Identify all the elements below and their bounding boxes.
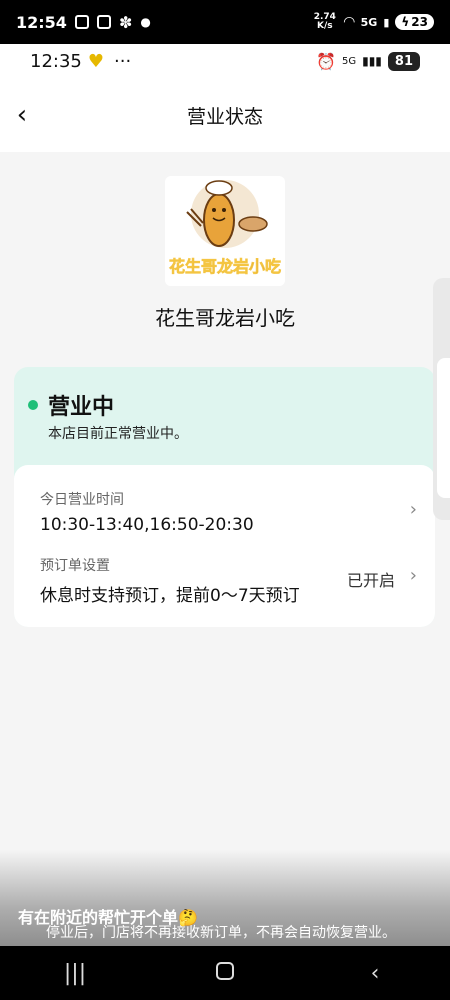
- page-title: 营业状态: [186, 105, 263, 128]
- settings-card: 今日营业时间 10:30-13:40,16:50-20:30 › 预订单设置 休…: [14, 465, 435, 627]
- chevron-right-icon: ›: [409, 499, 417, 520]
- system-battery-level: 23: [411, 15, 428, 29]
- nav-back-button[interactable]: ‹: [335, 961, 415, 986]
- back-button[interactable]: ‹: [10, 100, 34, 130]
- pinwheel-icon: ✽: [118, 12, 133, 32]
- preorder-settings-row[interactable]: 预订单设置 休息时支持预订，提前0～7天预订 已开启 ›: [14, 545, 435, 627]
- floating-message-toast[interactable]: 有在附近的帮忙开个单🤔: [18, 904, 198, 928]
- alarm-icon: ⏰: [316, 51, 336, 71]
- business-hours-block: 今日营业时间 10:30-13:40,16:50-20:30: [40, 489, 254, 535]
- shop-logo: 花生哥龙岩小吃: [165, 176, 285, 286]
- business-hours-label: 今日营业时间: [40, 492, 124, 508]
- status-dot-icon: [28, 400, 38, 410]
- page-header: ‹ 营业状态: [0, 78, 450, 152]
- status-description: 本店目前正常营业中。: [48, 426, 188, 442]
- wifi-icon: ◠: [343, 14, 355, 30]
- status-row: 营业中: [28, 389, 114, 421]
- net-speed: 2.74 K/s: [313, 12, 336, 31]
- bee-icon: ♥: [87, 50, 105, 72]
- shop-name: 花生哥龙岩小吃: [155, 306, 295, 330]
- app-signal-icon: ▮▮▮: [362, 54, 382, 68]
- recent-apps-button[interactable]: |||: [35, 961, 115, 986]
- chevron-right-icon: ›: [409, 565, 417, 586]
- chevron-left-icon: ‹: [16, 100, 28, 130]
- lightning-icon: ϟ: [401, 15, 410, 29]
- business-status-card: 营业中 本店目前正常营业中。 今日营业时间 10:30-13:40,16:50-…: [14, 367, 435, 627]
- dot-icon: ●: [140, 15, 151, 29]
- home-icon: [216, 961, 234, 980]
- app-network: 5G: [341, 55, 357, 67]
- app-status-bar: 12:35 ♥ ··· ⏰ 5G ▮▮▮ 81: [0, 44, 450, 78]
- home-button[interactable]: [185, 961, 265, 986]
- more-icon: ···: [114, 50, 132, 72]
- system-battery: ϟ 23: [395, 14, 434, 30]
- screenshot-icon: [74, 15, 89, 29]
- screen: 12:54 ✽ ● 2.74 K/s ◠ 5G ▮ ϟ 23 12:35 ♥ ·…: [0, 0, 450, 1000]
- system-time: 12:54: [16, 12, 67, 32]
- preorder-block: 预订单设置 休息时支持预订，提前0～7天预订: [40, 555, 300, 606]
- preorder-value: 休息时支持预订，提前0～7天预订: [40, 586, 300, 606]
- network-type: 5G: [360, 15, 378, 29]
- system-status-bar: 12:54 ✽ ● 2.74 K/s ◠ 5G ▮ ϟ 23: [0, 0, 450, 44]
- business-hours-value: 10:30-13:40,16:50-20:30: [40, 515, 254, 535]
- system-navigation-bar: ||| ‹: [0, 946, 450, 1000]
- status-title: 营业中: [48, 395, 115, 420]
- app-battery-level: 81: [387, 51, 420, 71]
- preorder-label: 预订单设置: [40, 558, 110, 574]
- signal-icon: ▮: [383, 15, 390, 29]
- business-hours-row[interactable]: 今日营业时间 10:30-13:40,16:50-20:30 ›: [14, 465, 435, 545]
- preorder-status: 已开启: [346, 571, 395, 590]
- side-panel-handle: [437, 358, 450, 498]
- floating-side-panel[interactable]: [433, 278, 450, 520]
- peanut-mascot-icon: 花生哥龙岩小吃: [165, 180, 285, 286]
- app-time: 12:35: [30, 50, 82, 72]
- voicemail-icon: [96, 15, 111, 29]
- shop-logo-text: 花生哥龙岩小吃: [169, 257, 281, 276]
